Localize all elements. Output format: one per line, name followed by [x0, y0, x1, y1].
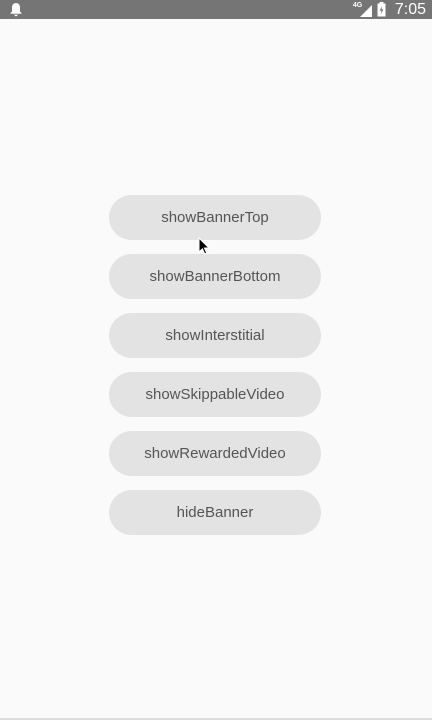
show-banner-top-button[interactable]: showBannerTop [109, 195, 321, 240]
show-interstitial-button[interactable]: showInterstitial [109, 313, 321, 358]
mouse-pointer-icon [198, 237, 210, 255]
signal-indicator: 4G [352, 2, 372, 18]
notification-bell-icon [10, 3, 22, 17]
status-time: 7:05 [394, 1, 426, 18]
ad-action-buttons: showBannerTop showBannerBottom showInter… [109, 195, 321, 549]
show-banner-bottom-button[interactable]: showBannerBottom [109, 254, 321, 299]
status-bar: 4G 7:05 [0, 0, 432, 19]
hide-banner-button[interactable]: hideBanner [109, 490, 321, 535]
status-icons: 4G 7:05 [352, 0, 426, 19]
show-rewarded-video-button[interactable]: showRewardedVideo [109, 431, 321, 476]
battery-icon [377, 2, 386, 17]
show-skippable-video-button[interactable]: showSkippableVideo [109, 372, 321, 417]
signal-icon [359, 4, 372, 17]
